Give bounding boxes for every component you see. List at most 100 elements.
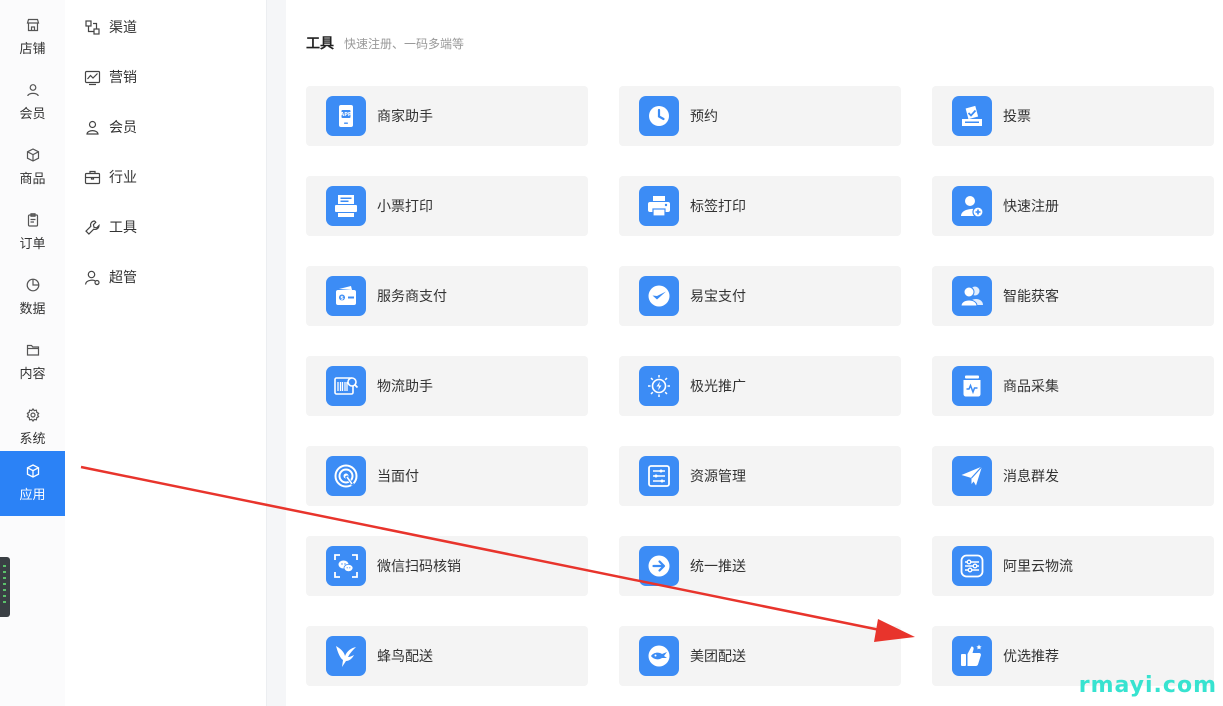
barcode-search-icon: [334, 377, 359, 395]
lightning-icon: [648, 375, 670, 397]
user-icon: [86, 120, 99, 135]
tool-card-wechat-verify[interactable]: 微信扫码核销: [306, 536, 588, 596]
tool-label: 消息群发: [1003, 469, 1059, 485]
tool-label: 阿里云物流: [1003, 559, 1073, 575]
user-icon: [26, 84, 39, 97]
tool-card-vote[interactable]: 投票: [932, 86, 1214, 146]
tool-tile: [952, 366, 992, 406]
primary-nav-member[interactable]: 会员: [0, 70, 65, 135]
tool-label: 快速注册: [1003, 199, 1059, 215]
hummingbird-icon: [336, 646, 356, 667]
tool-label: 预约: [690, 109, 718, 125]
primary-nav-label: 数据: [19, 302, 46, 317]
tool-card-label-print[interactable]: 标签打印: [619, 176, 901, 236]
secondary-nav-tools[interactable]: 工具: [84, 216, 137, 238]
primary-nav-goods[interactable]: 商品: [0, 135, 65, 200]
tool-card-booking[interactable]: 预约: [619, 86, 901, 146]
ballot-icon: [962, 105, 982, 126]
tool-card-jiguang-promo[interactable]: 极光推广: [619, 356, 901, 416]
secondary-nav-label: 营销: [109, 70, 137, 86]
wrench-icon: [85, 219, 100, 235]
trend-icon: [84, 70, 101, 85]
tool-tile: [639, 276, 679, 316]
secondary-nav-label: 渠道: [109, 20, 137, 36]
tool-card-fengniao-delivery[interactable]: 蜂鸟配送: [306, 626, 588, 686]
tool-tile: [326, 186, 366, 226]
tool-label: 商家助手: [377, 109, 433, 125]
tools-panel: 工具 快速注册、一码多端等 APP 商家助手 预约 投票 小票打印 标签打印 快…: [286, 0, 1223, 706]
tool-card-mass-message[interactable]: 消息群发: [932, 446, 1214, 506]
tool-card-resource-manage[interactable]: 资源管理: [619, 446, 901, 506]
tool-card-receipt-print[interactable]: 小票打印: [306, 176, 588, 236]
clock-icon: [649, 106, 669, 126]
store-icon: [26, 18, 39, 32]
secondary-nav-admin[interactable]: 超管: [84, 266, 137, 288]
primary-nav-label: 商品: [19, 172, 46, 187]
tool-tile: [326, 636, 366, 676]
tool-tile: [952, 546, 992, 586]
secondary-nav-member[interactable]: 会员: [84, 116, 137, 138]
primary-nav-label: 系统: [19, 432, 46, 447]
tool-label: 小票打印: [377, 199, 433, 215]
side-drawer-handle[interactable]: [0, 557, 10, 617]
tool-card-yeepay[interactable]: 易宝支付: [619, 266, 901, 326]
users-icon: [960, 286, 983, 307]
secondary-nav-channel[interactable]: 渠道: [84, 16, 137, 38]
watermark: rmayi.com: [1078, 673, 1217, 698]
tool-card-goods-collect[interactable]: 商品采集: [932, 356, 1214, 416]
clipboard-icon: [27, 213, 38, 227]
briefcase-icon: [84, 170, 101, 184]
tool-card-aliyun-logistics[interactable]: 阿里云物流: [932, 536, 1214, 596]
arrow-right-circle-icon: [648, 555, 670, 577]
tool-label: 智能获客: [1003, 289, 1059, 305]
tool-card-unified-push[interactable]: 统一推送: [619, 536, 901, 596]
primary-nav-label: 内容: [19, 367, 46, 382]
secondary-nav-label: 会员: [109, 120, 137, 136]
tool-card-logistics-assistant[interactable]: 物流助手: [306, 356, 588, 416]
tool-label: 服务商支付: [377, 289, 447, 305]
tool-tile: [326, 366, 366, 406]
tool-card-quick-register[interactable]: 快速注册: [932, 176, 1214, 236]
primary-nav-apps[interactable]: 应用: [0, 451, 65, 516]
tool-card-face-pay[interactable]: 当面付: [306, 446, 588, 506]
cube-icon: [26, 464, 39, 478]
folder-icon: [26, 344, 39, 356]
svg-text:APP: APP: [340, 112, 352, 118]
section-title: 工具: [306, 36, 334, 52]
wallet-icon: $: [336, 286, 356, 305]
secondary-nav-marketing[interactable]: 营销: [84, 66, 137, 88]
tool-tile: [639, 186, 679, 226]
pie-chart-icon: [26, 278, 39, 292]
box-icon: [26, 148, 39, 162]
secondary-nav-label: 超管: [109, 270, 137, 286]
gear-icon: [26, 408, 39, 422]
tool-card-meituan-delivery[interactable]: 美团配送: [619, 626, 901, 686]
primary-nav-orders[interactable]: 订单: [0, 200, 65, 265]
tool-label: 物流助手: [377, 379, 433, 395]
receipt-printer-icon: [335, 195, 357, 217]
tool-tile: [639, 636, 679, 676]
tool-label: 蜂鸟配送: [377, 649, 433, 665]
tool-label: 统一推送: [690, 559, 746, 575]
tool-card-merchant-assistant[interactable]: APP 商家助手: [306, 86, 588, 146]
tool-tile: [639, 366, 679, 406]
tool-label: 美团配送: [690, 649, 746, 665]
kangaroo-icon: [648, 645, 670, 667]
primary-nav-data[interactable]: 数据: [0, 265, 65, 330]
channel-icon: [85, 19, 100, 35]
tool-card-smart-acquire[interactable]: 智能获客: [932, 266, 1214, 326]
tool-label: 投票: [1003, 109, 1031, 125]
secondary-nav-label: 工具: [109, 220, 137, 236]
primary-nav-label: 应用: [19, 488, 46, 503]
tool-card-provider-pay[interactable]: $ 服务商支付: [306, 266, 588, 326]
tool-tile: [639, 96, 679, 136]
check-badge-icon: [648, 285, 670, 307]
admin-icon: [84, 270, 100, 285]
primary-nav-content[interactable]: 内容: [0, 330, 65, 395]
jar-icon: [963, 375, 981, 397]
tool-label: 标签打印: [690, 199, 746, 215]
tool-tile: [952, 636, 992, 676]
secondary-sidebar: 渠道 营销 会员 行业 工具 超管: [65, 0, 267, 706]
primary-nav-store[interactable]: 店铺: [0, 5, 65, 70]
secondary-nav-industry[interactable]: 行业: [84, 166, 137, 188]
